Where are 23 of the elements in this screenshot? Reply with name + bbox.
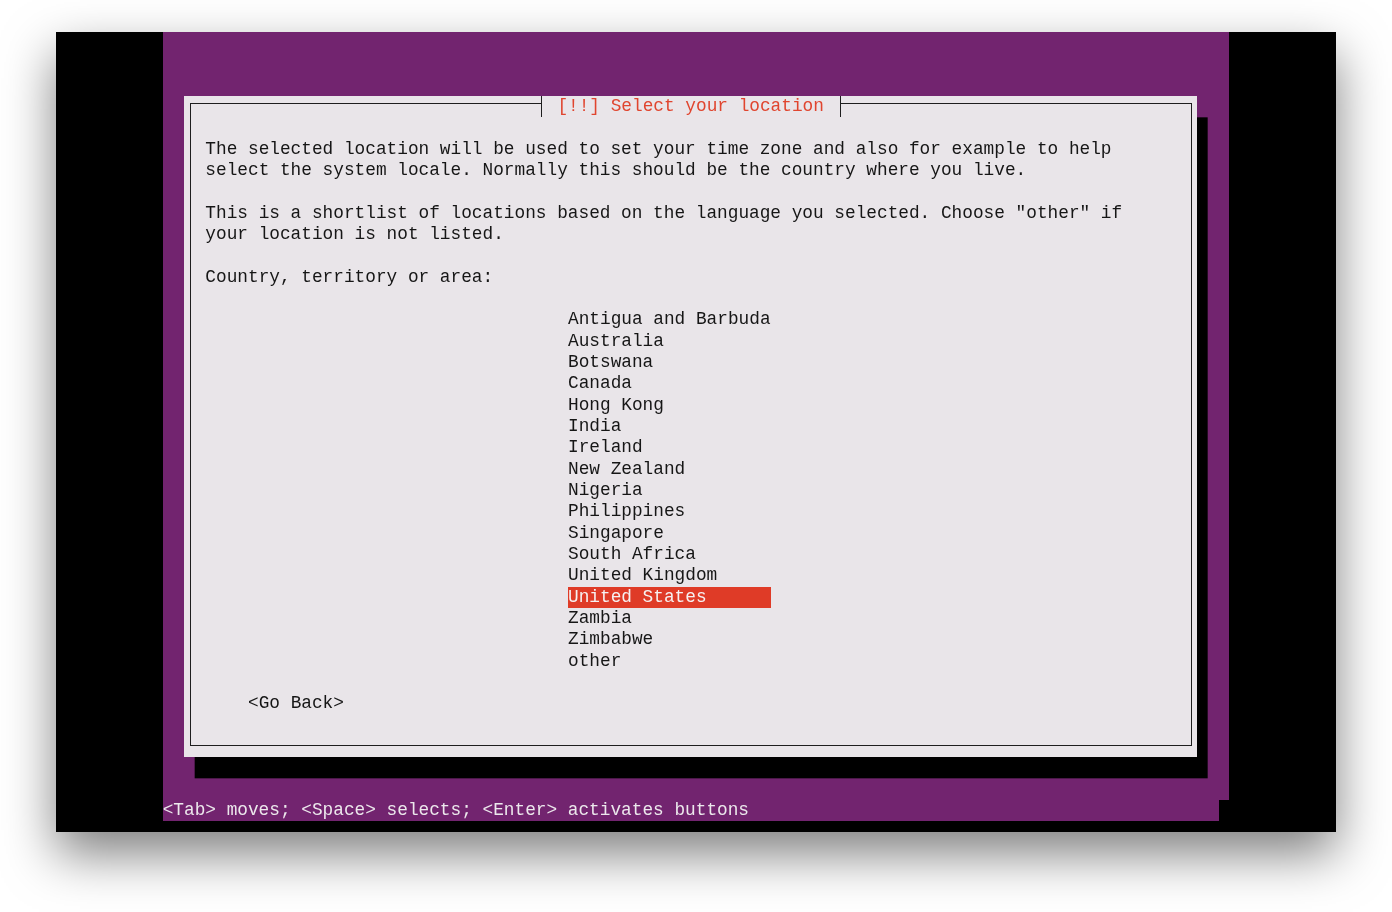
country-option[interactable]: Botswana [568, 351, 771, 374]
dialog-title: [!!] Select your location [541, 96, 841, 118]
country-option[interactable]: India [568, 415, 771, 438]
country-option[interactable]: Nigeria [568, 479, 771, 502]
description-text: The selected location will be used to set your time zone and also for example to help select the system locale. Normally this should be the country where you live. [205, 138, 1113, 182]
country-option[interactable]: Philippines [568, 501, 771, 523]
back-button[interactable]: <Go Back> [248, 693, 344, 715]
description-text: This is a shortlist of locations based on the language you selected. Choose "other" if your location is not listed. [205, 202, 1124, 246]
country-option[interactable]: Zimbabwe [568, 629, 771, 651]
country-option[interactable]: United Kingdom [568, 565, 771, 587]
country-option[interactable]: Antigua and Barbuda [568, 309, 771, 331]
country-option[interactable]: other [568, 650, 771, 672]
country-option[interactable]: South Africa [568, 543, 771, 566]
country-option[interactable]: Canada [568, 373, 771, 395]
country-option[interactable]: Singapore [568, 522, 771, 544]
field-label: Country, territory or area: [205, 266, 494, 288]
country-option[interactable]: Ireland [568, 437, 771, 459]
status-bar-text: <Tab> moves; <Space> selects; <Enter> activates buttons [162, 800, 750, 820]
country-option[interactable]: Australia [568, 330, 771, 352]
country-option[interactable]: Zambia [568, 607, 771, 630]
country-option[interactable]: Hong Kong [568, 394, 771, 416]
country-option[interactable]: United States [568, 586, 771, 608]
country-option[interactable]: New Zealand [568, 458, 771, 480]
